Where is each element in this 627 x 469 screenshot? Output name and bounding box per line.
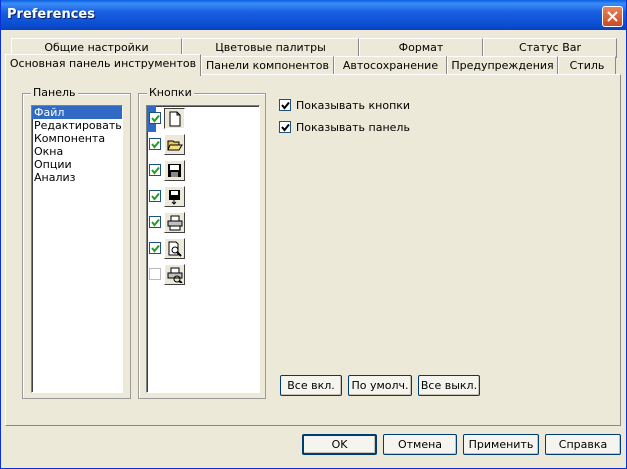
close-button[interactable] [602, 6, 623, 27]
new-document-button[interactable] [164, 108, 185, 129]
button-checkbox[interactable] [149, 190, 161, 202]
all-on-button[interactable]: Все вкл. [280, 375, 342, 396]
check-icon [151, 140, 160, 149]
check-icon [151, 114, 160, 123]
print-setup-button[interactable] [164, 264, 185, 285]
panel-listbox[interactable]: Файл Редактировать Компонента Окна Опции… [31, 105, 123, 393]
print-preview-button[interactable] [164, 238, 185, 259]
tab-status-bar[interactable]: Статус Bar [483, 38, 617, 58]
ok-button[interactable]: OK [302, 434, 377, 455]
tab-label: Основная панель инструментов [9, 57, 197, 70]
print-button[interactable] [164, 212, 185, 233]
show-panel-label[interactable]: Показывать панель [296, 121, 410, 134]
print-setup-icon [167, 267, 183, 283]
tab-style[interactable]: Стиль [558, 56, 616, 76]
close-icon [607, 11, 618, 22]
check-icon [281, 123, 290, 132]
tab-label: Автосохранение [342, 59, 439, 72]
check-icon [281, 101, 290, 110]
list-item[interactable]: Файл [32, 106, 122, 119]
all-off-button[interactable]: Все выкл. [418, 375, 480, 396]
show-panel-checkbox[interactable] [279, 121, 291, 133]
open-folder-button[interactable] [164, 134, 185, 155]
print-preview-icon [168, 241, 182, 257]
buttons-group: Кнопки [138, 87, 266, 399]
button-checkbox[interactable] [149, 268, 161, 280]
tab-label: Панели компонентов [205, 59, 329, 72]
save-as-icon [169, 190, 180, 205]
open-folder-icon [167, 140, 183, 151]
check-icon [151, 166, 160, 175]
list-item[interactable]: Компонента [32, 132, 122, 145]
list-item[interactable]: Окна [32, 145, 122, 158]
button-checkbox[interactable] [149, 216, 161, 228]
tab-label: Стиль [569, 59, 605, 72]
check-icon [151, 218, 160, 227]
tab-label: Цветовые палитры [215, 41, 326, 54]
buttons-group-label: Кнопки [147, 86, 194, 99]
check-icon [151, 192, 160, 201]
save-as-button[interactable] [164, 186, 185, 207]
tab-label: Общие настройки [44, 41, 149, 54]
preferences-window: Preferences Общие настройки Цветовые пал… [0, 0, 627, 469]
button-checkbox[interactable] [149, 112, 161, 124]
button-checkbox[interactable] [149, 164, 161, 176]
tab-color-palettes[interactable]: Цветовые палитры [182, 38, 359, 58]
panel-group: Панель Файл Редактировать Компонента Окн… [22, 87, 131, 399]
help-button[interactable]: Справка [545, 434, 621, 455]
title-bar[interactable]: Preferences [1, 0, 626, 30]
tab-component-panels[interactable]: Панели компонентов [201, 56, 334, 76]
tab-label: Предупреждения [451, 59, 554, 72]
check-icon [151, 244, 160, 253]
tab-format[interactable]: Формат [359, 38, 483, 58]
list-item[interactable]: Редактировать [32, 119, 122, 132]
print-icon [167, 215, 183, 231]
tab-panel: Панель Файл Редактировать Компонента Окн… [5, 74, 621, 426]
save-button[interactable] [164, 160, 185, 181]
tab-main-toolbar[interactable]: Основная панель инструментов [5, 54, 201, 76]
list-item[interactable]: Анализ [32, 171, 122, 184]
buttons-listbox[interactable] [146, 105, 260, 393]
save-icon [168, 164, 181, 177]
list-item[interactable]: Опции [32, 158, 122, 171]
tab-label: Формат [398, 41, 444, 54]
default-button[interactable]: По умолч. [348, 375, 412, 396]
apply-button[interactable]: Применить [463, 434, 539, 455]
button-checkbox[interactable] [149, 138, 161, 150]
tab-autosave[interactable]: Автосохранение [334, 56, 447, 76]
button-checkbox[interactable] [149, 242, 161, 254]
tab-warnings[interactable]: Предупреждения [447, 56, 558, 76]
panel-group-label: Панель [31, 86, 78, 99]
show-buttons-checkbox[interactable] [279, 99, 291, 111]
show-buttons-label[interactable]: Показывать кнопки [296, 99, 410, 112]
tab-label: Статус Bar [518, 41, 582, 54]
new-document-icon [169, 111, 181, 127]
cancel-button[interactable]: Отмена [383, 434, 457, 455]
window-title: Preferences [7, 7, 95, 22]
